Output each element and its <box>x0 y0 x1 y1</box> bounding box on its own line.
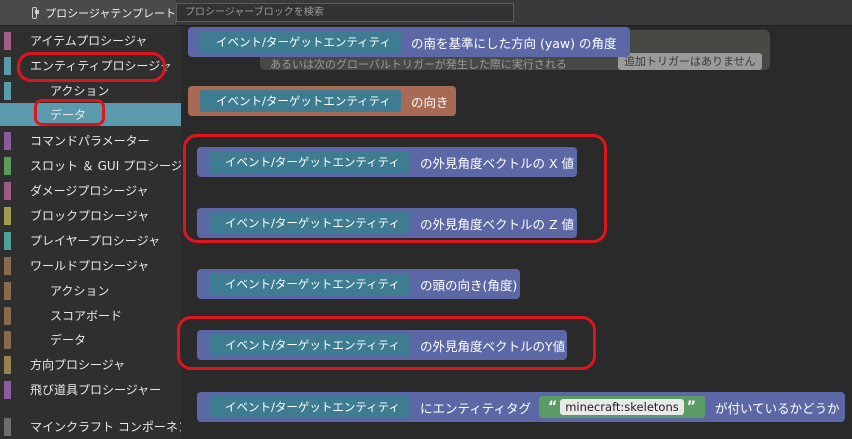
category-color <box>4 132 11 150</box>
sidebar-item-label: 飛び道具プロシージャー <box>30 383 162 397</box>
tab-bar: プロシージャテンプレート プロシージャーブロックを検索 <box>0 0 852 26</box>
sidebar-item-minecraft-components[interactable]: マインクラフト コンポーネント <box>0 415 202 438</box>
sidebar-item-slot-gui-procedures[interactable]: スロット ＆ GUI プロシージャ <box>0 154 194 177</box>
sidebar-item-player-procedures[interactable]: プレイヤープロシージャ <box>0 229 181 252</box>
block-facing[interactable]: イベント/ターゲットエンティティ の向き <box>188 86 456 116</box>
category-color <box>4 157 11 175</box>
category-color <box>4 207 11 225</box>
block-entity-tag-check[interactable]: イベント/ターゲットエンティティ にエンティティタグ “ minecraft:s… <box>197 392 845 422</box>
category-color <box>4 331 11 349</box>
block-head-rotation[interactable]: イベント/ターゲットエンティティ の頭の向き(角度) <box>197 269 520 299</box>
sidebar-item-label: スコアボード <box>50 309 123 323</box>
category-color <box>4 232 11 250</box>
sidebar-item-label: スロット ＆ GUI プロシージャ <box>30 159 195 173</box>
category-color <box>4 381 11 399</box>
sidebar-item-label: アクション <box>50 84 110 98</box>
category-color <box>4 282 11 300</box>
block-yaw-angle[interactable]: イベント/ターゲットエンティティ の南を基準にした方向 (yaw) の角度 <box>188 27 630 57</box>
entity-input: イベント/ターゲットエンティティ <box>200 90 401 112</box>
sidebar-item-world-scoreboard[interactable]: スコアボード <box>0 304 181 327</box>
highlight-entity-procedures <box>17 52 166 82</box>
sidebar-item-item-procedures[interactable]: アイテムプロシージャ <box>0 29 181 52</box>
category-color <box>4 106 11 124</box>
sidebar-item-block-procedures[interactable]: ブロックプロシージャ <box>0 204 181 227</box>
sidebar-item-label: 方向プロシージャ <box>30 358 126 372</box>
global-trigger-text: あるいは次のグローバルトリガーが発生した際に実行される <box>270 58 567 71</box>
category-color <box>4 82 11 100</box>
sidebar-item-label: データ <box>50 333 87 347</box>
string-value[interactable]: minecraft:skeletons <box>560 399 684 415</box>
quote-open-icon: “ <box>548 399 558 415</box>
sidebar-item-label: ブロックプロシージャ <box>30 209 150 223</box>
sidebar-item-projectile-procedures[interactable]: 飛び道具プロシージャー <box>0 378 181 401</box>
block-text: が付いているかどうか <box>714 400 840 416</box>
sidebar-item-label: コマンドパラメーター <box>30 134 150 148</box>
sidebar-item-direction-procedures[interactable]: 方向プロシージャ <box>0 353 181 376</box>
trigger-chip: 追加トリガーはありません <box>618 53 762 70</box>
sidebar-item-world-actions[interactable]: アクション <box>0 279 181 302</box>
sidebar-item-label: アイテムプロシージャ <box>30 34 148 48</box>
sidebar-item-damage-procedures[interactable]: ダメージプロシージャ <box>0 179 181 202</box>
sidebar-item-world-procedures[interactable]: ワールドプロシージャ <box>0 254 181 277</box>
highlight-data <box>34 99 105 126</box>
sidebar-item-world-data[interactable]: データ <box>0 328 181 351</box>
sidebar-item-label: ワールドプロシージャ <box>30 259 150 273</box>
tab-procedure-templates[interactable]: プロシージャテンプレート <box>0 0 176 25</box>
entity-input: イベント/ターゲットエンティティ <box>209 273 410 295</box>
category-color <box>4 182 11 200</box>
block-text: にエンティティタグ <box>420 400 532 416</box>
block-text: の向き <box>411 94 449 110</box>
sidebar-item-label: アクション <box>50 284 110 298</box>
block-text: の頭の向き(角度) <box>420 277 518 293</box>
sidebar-item-label: プレイヤープロシージャ <box>30 234 161 248</box>
entity-input: イベント/ターゲットエンティティ <box>200 31 401 53</box>
tab-label: プロシージャテンプレート <box>45 6 176 20</box>
sidebar-item-command-parameters[interactable]: コマンドパラメーター <box>0 129 181 152</box>
category-color <box>4 57 11 75</box>
category-sidebar: アイテムプロシージャ エンティティプロシージャ アクション データ コマンドパラ… <box>0 26 202 439</box>
block-text: の南を基準にした方向 (yaw) の角度 <box>411 35 617 51</box>
category-color <box>4 257 11 275</box>
category-color <box>4 32 11 50</box>
sidebar-item-label: マインクラフト コンポーネント <box>30 420 202 434</box>
category-color <box>4 307 11 325</box>
category-color <box>4 356 11 374</box>
highlight-y-block <box>177 316 596 370</box>
category-color <box>4 418 11 436</box>
string-block[interactable]: “ minecraft:skeletons ” <box>539 396 705 418</box>
quote-close-icon: ” <box>686 399 696 415</box>
search-input[interactable]: プロシージャーブロックを検索 <box>176 3 514 22</box>
template-icon <box>32 6 40 19</box>
entity-input: イベント/ターゲットエンティティ <box>209 396 410 418</box>
highlight-xz-blocks <box>183 134 607 243</box>
sidebar-item-label: ダメージプロシージャ <box>30 184 149 198</box>
